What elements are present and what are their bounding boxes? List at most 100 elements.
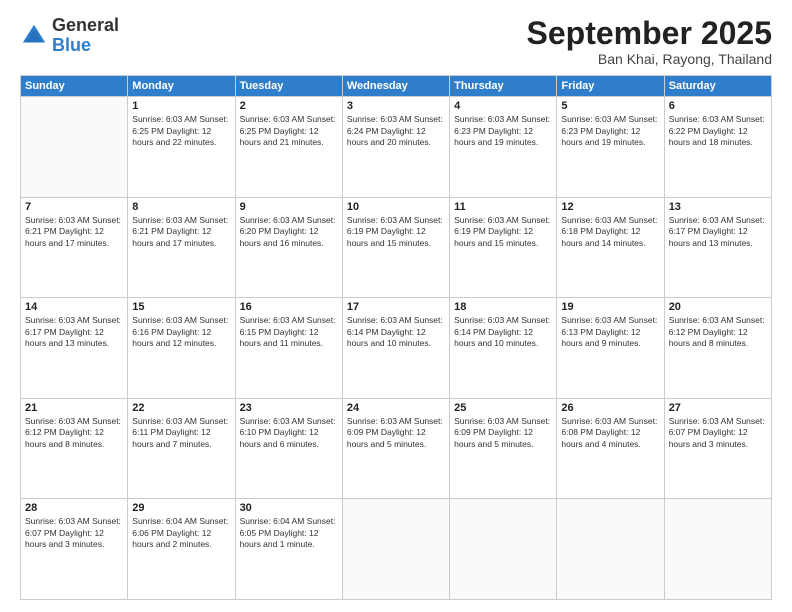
- calendar-week-row: 21 Sunrise: 6:03 AM Sunset: 6:12 PM Dayli…: [21, 398, 772, 499]
- month-title: September 2025: [527, 16, 772, 51]
- calendar-cell: 8 Sunrise: 6:03 AM Sunset: 6:21 PM Daylig…: [128, 197, 235, 298]
- cell-info: Sunrise: 6:03 AM Sunset: 6:14 PM Dayligh…: [347, 315, 445, 349]
- day-number: 2: [240, 100, 338, 112]
- calendar-cell: 2 Sunrise: 6:03 AM Sunset: 6:25 PM Daylig…: [235, 97, 342, 198]
- calendar-header-row: SundayMondayTuesdayWednesdayThursdayFrid…: [21, 76, 772, 97]
- day-number: 8: [132, 201, 230, 213]
- calendar-cell: 9 Sunrise: 6:03 AM Sunset: 6:20 PM Daylig…: [235, 197, 342, 298]
- calendar-cell: 22 Sunrise: 6:03 AM Sunset: 6:11 PM Dayli…: [128, 398, 235, 499]
- calendar-cell: 3Sunrise: 6:03 AM Sunset: 6:24 PM Daylig…: [342, 97, 449, 198]
- logo: General Blue: [20, 16, 119, 56]
- cell-info: Sunrise: 6:03 AM Sunset: 6:19 PM Dayligh…: [347, 215, 445, 249]
- cell-info: Sunrise: 6:03 AM Sunset: 6:17 PM Dayligh…: [25, 315, 123, 349]
- calendar-week-row: 28Sunrise: 6:03 AM Sunset: 6:07 PM Dayli…: [21, 499, 772, 600]
- calendar-cell: [21, 97, 128, 198]
- cell-info: Sunrise: 6:03 AM Sunset: 6:20 PM Dayligh…: [240, 215, 338, 249]
- calendar-cell: 7 Sunrise: 6:03 AM Sunset: 6:21 PM Daylig…: [21, 197, 128, 298]
- day-number: 17: [347, 301, 445, 313]
- day-number: 24: [347, 402, 445, 414]
- calendar-cell: 15 Sunrise: 6:03 AM Sunset: 6:16 PM Dayli…: [128, 298, 235, 399]
- calendar-cell: 1 Sunrise: 6:03 AM Sunset: 6:25 PM Daylig…: [128, 97, 235, 198]
- day-number: 7: [25, 201, 123, 213]
- cell-info: Sunrise: 6:03 AM Sunset: 6:10 PM Dayligh…: [240, 416, 338, 450]
- day-number: 10: [347, 201, 445, 213]
- cell-info: Sunrise: 6:03 AM Sunset: 6:25 PM Dayligh…: [132, 114, 230, 148]
- cell-info: Sunrise: 6:03 AM Sunset: 6:09 PM Dayligh…: [347, 416, 445, 450]
- day-number: 5: [561, 100, 659, 112]
- cell-info: Sunrise: 6:03 AM Sunset: 6:25 PM Dayligh…: [240, 114, 338, 148]
- calendar-cell: 12 Sunrise: 6:03 AM Sunset: 6:18 PM Dayli…: [557, 197, 664, 298]
- cell-info: Sunrise: 6:03 AM Sunset: 6:17 PM Dayligh…: [669, 215, 767, 249]
- day-number: 13: [669, 201, 767, 213]
- day-number: 12: [561, 201, 659, 213]
- calendar-cell: 27Sunrise: 6:03 AM Sunset: 6:07 PM Dayli…: [664, 398, 771, 499]
- cell-info: Sunrise: 6:04 AM Sunset: 6:05 PM Dayligh…: [240, 516, 338, 550]
- day-number: 30: [240, 502, 338, 514]
- cell-info: Sunrise: 6:03 AM Sunset: 6:22 PM Dayligh…: [669, 114, 767, 148]
- cell-info: Sunrise: 6:03 AM Sunset: 6:23 PM Dayligh…: [454, 114, 552, 148]
- calendar-cell: 24 Sunrise: 6:03 AM Sunset: 6:09 PM Dayli…: [342, 398, 449, 499]
- cell-info: Sunrise: 6:03 AM Sunset: 6:08 PM Dayligh…: [561, 416, 659, 450]
- cell-info: Sunrise: 6:03 AM Sunset: 6:13 PM Dayligh…: [561, 315, 659, 349]
- logo-general-text: General: [52, 15, 119, 35]
- weekday-header: Wednesday: [342, 76, 449, 97]
- day-number: 1: [132, 100, 230, 112]
- cell-info: Sunrise: 6:03 AM Sunset: 6:12 PM Dayligh…: [669, 315, 767, 349]
- calendar-cell: 5Sunrise: 6:03 AM Sunset: 6:23 PM Daylig…: [557, 97, 664, 198]
- calendar-cell: 23 Sunrise: 6:03 AM Sunset: 6:10 PM Dayli…: [235, 398, 342, 499]
- day-number: 18: [454, 301, 552, 313]
- day-number: 23: [240, 402, 338, 414]
- weekday-header: Monday: [128, 76, 235, 97]
- day-number: 20: [669, 301, 767, 313]
- calendar-cell: 14 Sunrise: 6:03 AM Sunset: 6:17 PM Dayli…: [21, 298, 128, 399]
- cell-info: Sunrise: 6:03 AM Sunset: 6:14 PM Dayligh…: [454, 315, 552, 349]
- cell-info: Sunrise: 6:03 AM Sunset: 6:21 PM Dayligh…: [25, 215, 123, 249]
- day-number: 14: [25, 301, 123, 313]
- cell-info: Sunrise: 6:03 AM Sunset: 6:19 PM Dayligh…: [454, 215, 552, 249]
- cell-info: Sunrise: 6:03 AM Sunset: 6:12 PM Dayligh…: [25, 416, 123, 450]
- cell-info: Sunrise: 6:04 AM Sunset: 6:06 PM Dayligh…: [132, 516, 230, 550]
- day-number: 19: [561, 301, 659, 313]
- calendar-cell: 10 Sunrise: 6:03 AM Sunset: 6:19 PM Dayli…: [342, 197, 449, 298]
- calendar-cell: 16Sunrise: 6:03 AM Sunset: 6:15 PM Dayli…: [235, 298, 342, 399]
- cell-info: Sunrise: 6:03 AM Sunset: 6:24 PM Dayligh…: [347, 114, 445, 148]
- cell-info: Sunrise: 6:03 AM Sunset: 6:07 PM Dayligh…: [669, 416, 767, 450]
- cell-info: Sunrise: 6:03 AM Sunset: 6:07 PM Dayligh…: [25, 516, 123, 550]
- calendar-cell: 29Sunrise: 6:04 AM Sunset: 6:06 PM Dayli…: [128, 499, 235, 600]
- day-number: 22: [132, 402, 230, 414]
- logo-blue-text: Blue: [52, 35, 91, 55]
- calendar-cell: [557, 499, 664, 600]
- calendar-cell: 18 Sunrise: 6:03 AM Sunset: 6:14 PM Dayli…: [450, 298, 557, 399]
- calendar-table: SundayMondayTuesdayWednesdayThursdayFrid…: [20, 75, 772, 600]
- calendar-cell: [342, 499, 449, 600]
- calendar-week-row: 1 Sunrise: 6:03 AM Sunset: 6:25 PM Daylig…: [21, 97, 772, 198]
- calendar-cell: 13 Sunrise: 6:03 AM Sunset: 6:17 PM Dayli…: [664, 197, 771, 298]
- cell-info: Sunrise: 6:03 AM Sunset: 6:21 PM Dayligh…: [132, 215, 230, 249]
- day-number: 26: [561, 402, 659, 414]
- calendar-week-row: 14 Sunrise: 6:03 AM Sunset: 6:17 PM Dayli…: [21, 298, 772, 399]
- weekday-header: Tuesday: [235, 76, 342, 97]
- calendar-cell: 17 Sunrise: 6:03 AM Sunset: 6:14 PM Dayli…: [342, 298, 449, 399]
- day-number: 6: [669, 100, 767, 112]
- calendar-cell: 19 Sunrise: 6:03 AM Sunset: 6:13 PM Dayli…: [557, 298, 664, 399]
- day-number: 11: [454, 201, 552, 213]
- calendar-cell: 11 Sunrise: 6:03 AM Sunset: 6:19 PM Dayli…: [450, 197, 557, 298]
- weekday-header: Saturday: [664, 76, 771, 97]
- cell-info: Sunrise: 6:03 AM Sunset: 6:18 PM Dayligh…: [561, 215, 659, 249]
- day-number: 25: [454, 402, 552, 414]
- cell-info: Sunrise: 6:03 AM Sunset: 6:11 PM Dayligh…: [132, 416, 230, 450]
- page: General Blue September 2025 Ban Khai, Ra…: [0, 0, 792, 612]
- calendar-cell: 28Sunrise: 6:03 AM Sunset: 6:07 PM Dayli…: [21, 499, 128, 600]
- day-number: 9: [240, 201, 338, 213]
- calendar-cell: 21 Sunrise: 6:03 AM Sunset: 6:12 PM Dayli…: [21, 398, 128, 499]
- header: General Blue September 2025 Ban Khai, Ra…: [20, 16, 772, 67]
- title-block: September 2025 Ban Khai, Rayong, Thailan…: [527, 16, 772, 67]
- calendar-cell: [450, 499, 557, 600]
- calendar-cell: 20 Sunrise: 6:03 AM Sunset: 6:12 PM Dayli…: [664, 298, 771, 399]
- day-number: 15: [132, 301, 230, 313]
- calendar-cell: 6 Sunrise: 6:03 AM Sunset: 6:22 PM Daylig…: [664, 97, 771, 198]
- day-number: 21: [25, 402, 123, 414]
- calendar-cell: 25Sunrise: 6:03 AM Sunset: 6:09 PM Dayli…: [450, 398, 557, 499]
- cell-info: Sunrise: 6:03 AM Sunset: 6:16 PM Dayligh…: [132, 315, 230, 349]
- weekday-header: Sunday: [21, 76, 128, 97]
